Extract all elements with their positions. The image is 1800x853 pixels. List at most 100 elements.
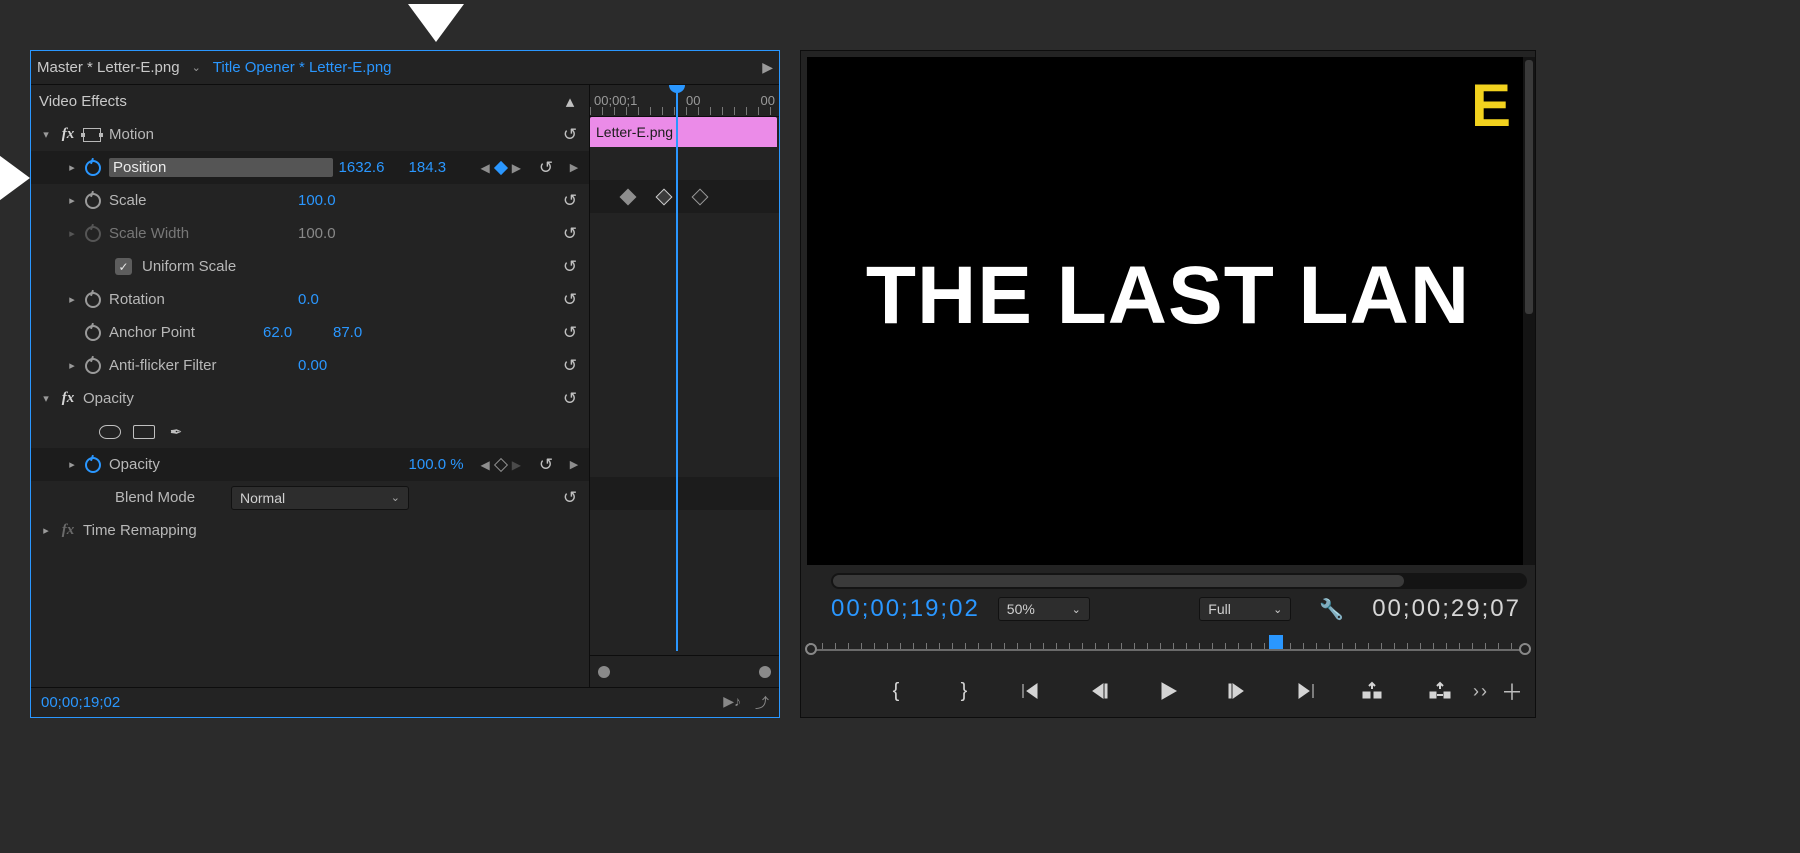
mini-playhead[interactable] xyxy=(676,85,678,651)
step-back-icon[interactable] xyxy=(1086,681,1114,701)
position-y[interactable]: 184.3 xyxy=(409,159,473,176)
antiflicker-value[interactable]: 0.00 xyxy=(298,357,362,374)
add-keyframe-icon[interactable] xyxy=(494,160,508,174)
chevron-down-icon[interactable]: ⌄ xyxy=(186,61,207,74)
opacity-value[interactable]: 100.0 % xyxy=(409,456,473,473)
opacity-header[interactable]: fx Opacity ↺ xyxy=(31,382,589,415)
reset-icon[interactable]: ↺ xyxy=(557,191,583,211)
rect-mask-icon[interactable] xyxy=(133,425,155,439)
transform-box-icon[interactable] xyxy=(83,128,101,142)
vertical-scrollbar[interactable] xyxy=(1523,57,1535,565)
keyframe-icon[interactable] xyxy=(692,189,709,206)
zoom-handle-right[interactable] xyxy=(759,666,771,678)
twirl-icon[interactable] xyxy=(65,194,79,207)
reset-icon[interactable]: ↺ xyxy=(557,125,583,145)
duration-timecode[interactable]: 00;00;29;07 xyxy=(1372,595,1521,623)
playhead-icon[interactable] xyxy=(1269,635,1283,649)
current-timecode[interactable]: 00;00;19;02 xyxy=(831,595,980,623)
rotation-value[interactable]: 0.0 xyxy=(298,291,362,308)
blend-mode-dropdown[interactable]: Normal ⌄ xyxy=(231,486,409,510)
keyframe-icon[interactable] xyxy=(656,189,673,206)
stopwatch-icon[interactable] xyxy=(85,160,101,176)
next-keyframe-icon[interactable]: ▶ xyxy=(510,458,523,472)
pm-time-ruler[interactable] xyxy=(809,631,1527,665)
program-canvas[interactable]: THE LAST LAN E xyxy=(807,57,1529,565)
mini-zoom-bar[interactable] xyxy=(590,655,779,687)
reset-icon[interactable]: ↺ xyxy=(557,389,583,409)
export-icon[interactable]: ⤴ xyxy=(755,693,769,713)
play-icon[interactable] xyxy=(1154,681,1182,701)
more-icon[interactable]: ›› xyxy=(1473,681,1489,702)
step-fwd-icon[interactable] xyxy=(1222,681,1250,701)
zoom-handle-left[interactable] xyxy=(598,666,610,678)
reset-icon[interactable]: ↺ xyxy=(557,323,583,343)
add-keyframe-icon[interactable] xyxy=(494,457,508,471)
mini-clip[interactable]: Letter-E.png xyxy=(590,117,777,147)
fx-icon[interactable]: fx xyxy=(59,126,77,143)
fx-icon[interactable]: fx xyxy=(59,522,77,539)
mark-out-icon[interactable]: } xyxy=(950,680,978,703)
motion-header[interactable]: fx Motion ↺ xyxy=(31,118,589,151)
go-to-next-icon[interactable]: ▶ xyxy=(565,161,583,174)
prev-keyframe-icon[interactable]: ◀ xyxy=(479,458,492,472)
transport-controls: { } ›› ＋ xyxy=(801,665,1535,717)
stopwatch-icon[interactable] xyxy=(85,457,101,473)
ec-timecode[interactable]: 00;00;19;02 xyxy=(41,694,120,711)
position-keyframe-track[interactable] xyxy=(590,180,779,213)
extract-icon[interactable] xyxy=(1426,681,1454,701)
settings-wrench-icon[interactable]: 🔧 xyxy=(1319,597,1344,622)
keyframe-icon[interactable] xyxy=(620,189,637,206)
go-to-next-icon[interactable]: ▶ xyxy=(565,458,583,471)
mark-in-icon[interactable]: { xyxy=(882,680,910,703)
next-keyframe-icon[interactable]: ▶ xyxy=(510,161,523,175)
reset-icon[interactable]: ↺ xyxy=(533,158,559,178)
twirl-icon[interactable] xyxy=(39,128,53,141)
ec-mini-timeline[interactable]: 00;00;1 00 00 Letter-E.png xyxy=(589,85,779,687)
lift-icon[interactable] xyxy=(1358,681,1386,701)
reset-icon[interactable]: ↺ xyxy=(557,290,583,310)
loop-icon[interactable]: ▶♪ xyxy=(723,693,741,713)
twirl-icon[interactable] xyxy=(65,293,79,306)
go-to-in-icon[interactable] xyxy=(1018,681,1046,701)
position-x[interactable]: 1632.6 xyxy=(339,159,403,176)
fx-icon[interactable]: fx xyxy=(59,390,77,407)
zoom-handle-left[interactable] xyxy=(805,643,817,655)
reset-icon[interactable]: ↺ xyxy=(557,488,583,508)
reset-icon[interactable]: ↺ xyxy=(557,257,583,277)
scale-value[interactable]: 100.0 xyxy=(298,192,362,209)
button-editor-icon[interactable]: ＋ xyxy=(1501,675,1523,707)
video-effects-header[interactable]: Video Effects ▴ xyxy=(31,85,589,118)
mini-ruler[interactable]: 00;00;1 00 00 xyxy=(590,85,779,117)
stopwatch-icon[interactable] xyxy=(85,292,101,308)
chevron-down-icon: ⌄ xyxy=(1072,603,1081,616)
anchor-x[interactable]: 62.0 xyxy=(263,324,327,341)
twirl-icon[interactable] xyxy=(39,392,53,405)
stopwatch-icon[interactable] xyxy=(85,193,101,209)
anchor-y[interactable]: 87.0 xyxy=(333,324,397,341)
zoom-handle-right[interactable] xyxy=(1519,643,1531,655)
stopwatch-icon[interactable] xyxy=(85,325,101,341)
reset-icon[interactable]: ↺ xyxy=(557,224,583,244)
sequence-clip-label[interactable]: Title Opener * Letter-E.png xyxy=(213,59,392,76)
reset-icon[interactable]: ↺ xyxy=(533,455,559,475)
play-icon[interactable]: ▶ xyxy=(762,59,773,76)
position-label[interactable]: Position xyxy=(109,158,333,177)
collapse-icon[interactable]: ▴ xyxy=(557,92,583,112)
twirl-icon[interactable] xyxy=(39,524,53,537)
resolution-dropdown[interactable]: Full ⌄ xyxy=(1199,597,1291,621)
twirl-icon[interactable] xyxy=(65,458,79,471)
reset-icon[interactable]: ↺ xyxy=(557,356,583,376)
stopwatch-icon[interactable] xyxy=(85,358,101,374)
go-to-out-icon[interactable] xyxy=(1290,681,1318,701)
zoom-dropdown[interactable]: 50% ⌄ xyxy=(998,597,1090,621)
master-clip-label[interactable]: Master * Letter-E.png xyxy=(37,59,180,76)
uniform-scale-checkbox[interactable]: ✓ xyxy=(115,258,132,275)
scale-width-row: Scale Width 100.0 ↺ xyxy=(31,217,589,250)
prev-keyframe-icon[interactable]: ◀ xyxy=(479,161,492,175)
time-remapping-header[interactable]: fx Time Remapping xyxy=(31,514,589,547)
twirl-icon[interactable] xyxy=(65,359,79,372)
ellipse-mask-icon[interactable] xyxy=(99,425,121,439)
horizontal-scrollbar[interactable] xyxy=(831,573,1527,589)
pen-mask-icon[interactable]: ✒ xyxy=(167,423,185,441)
twirl-icon[interactable] xyxy=(65,161,79,174)
